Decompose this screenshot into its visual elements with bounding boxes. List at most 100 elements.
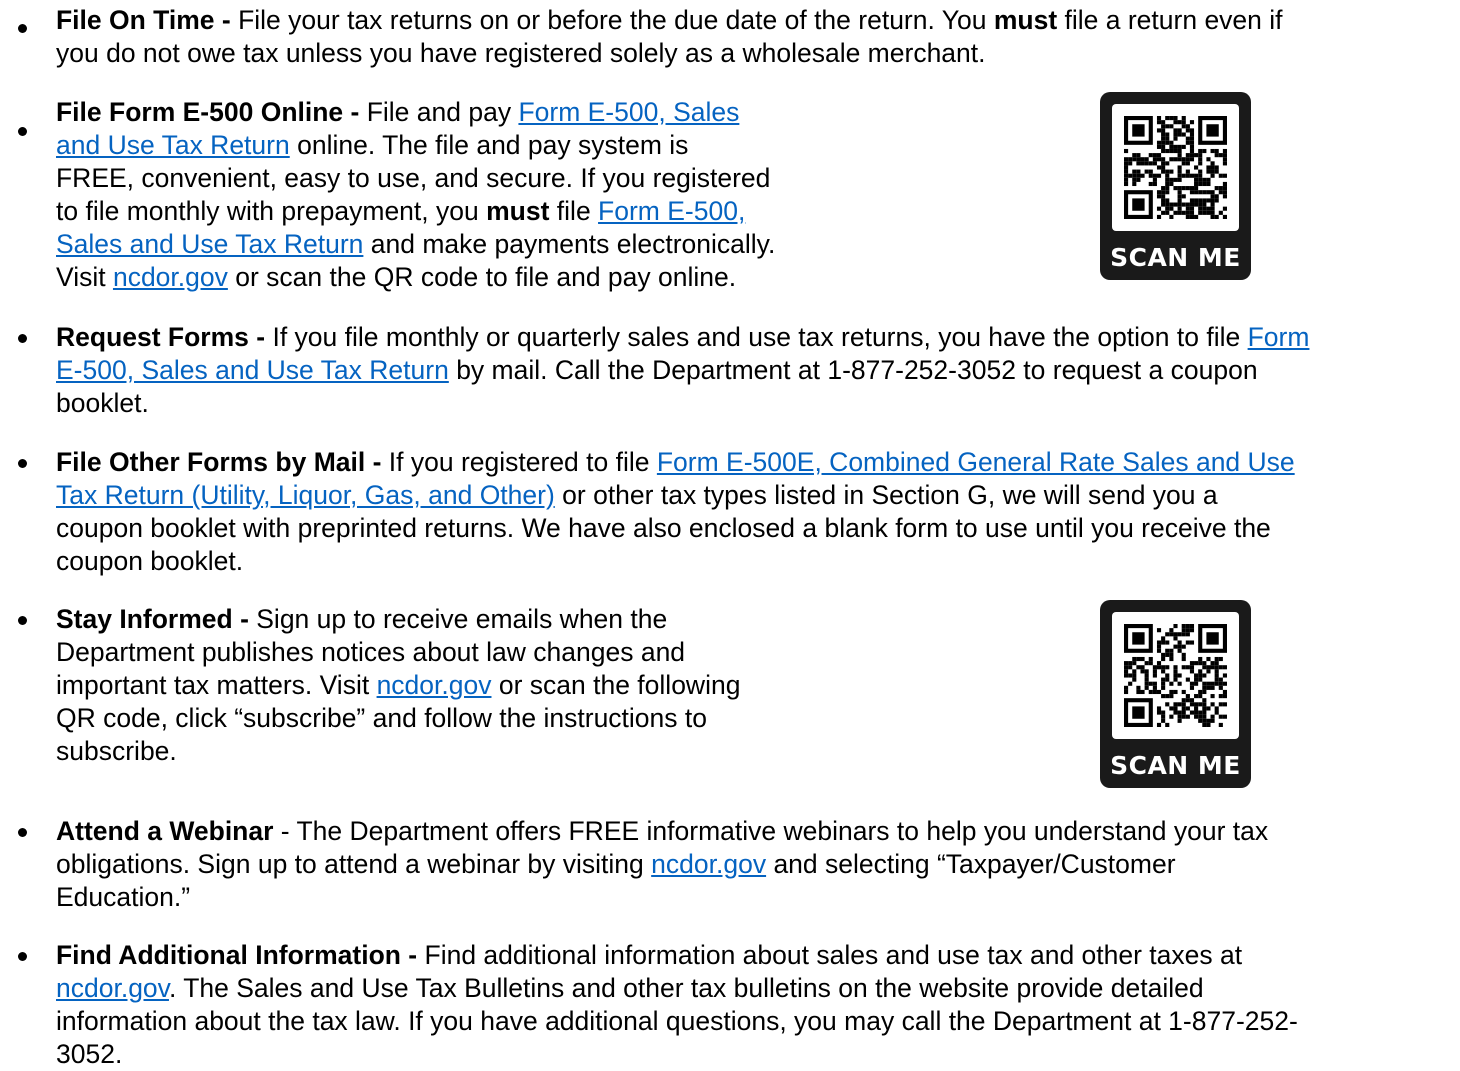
item-heading: Stay Informed - <box>56 604 249 634</box>
text-line: Request Forms - If you file monthly or q… <box>56 321 1309 354</box>
text-line: important tax matters. Visit ncdor.gov o… <box>56 669 740 702</box>
link[interactable]: Form <box>1248 322 1310 352</box>
text-line: coupon booklet. <box>56 545 1295 578</box>
item-heading: File Form E-500 Online - <box>56 97 360 127</box>
qr-code-subscribe[interactable]: SCAN ME <box>1100 600 1251 788</box>
item-stay-informed: Stay Informed - Sign up to receive email… <box>56 603 740 768</box>
body-text: FREE, convenient, easy to use, and secur… <box>56 163 771 193</box>
body-text: Find additional information about sales … <box>417 940 1243 970</box>
text-line: Find Additional Information - Find addit… <box>56 939 1298 972</box>
bullet <box>18 127 27 136</box>
text-line: Visit ncdor.gov or scan the QR code to f… <box>56 261 775 294</box>
bullet <box>18 334 27 343</box>
body-text: or scan the QR code to file and pay onli… <box>227 262 737 292</box>
text-line: coupon booklet with preprinted returns. … <box>56 512 1295 545</box>
text-line: Attend a Webinar - The Department offers… <box>56 815 1268 848</box>
qr-code-icon <box>1112 612 1239 739</box>
text-line: File On Time - File your tax returns on … <box>56 4 1283 37</box>
qr-code-file-online[interactable]: SCAN ME <box>1100 92 1251 280</box>
text-line: Tax Return (Utility, Liquor, Gas, and Ot… <box>56 479 1295 512</box>
text-line: E-500, Sales and Use Tax Return by mail.… <box>56 354 1309 387</box>
item-heading: File Other Forms by Mail - <box>56 447 382 477</box>
bullet <box>18 828 27 837</box>
link[interactable]: and Use Tax Return <box>56 130 290 160</box>
item-heading: File On Time - <box>56 5 231 35</box>
body-text: and selecting “Taxpayer/Customer <box>766 849 1176 879</box>
bullet <box>18 616 27 625</box>
bullet <box>18 24 27 33</box>
body-text: and make payments electronically. <box>363 229 776 259</box>
item-file-on-time: File On Time - File your tax returns on … <box>56 4 1283 70</box>
text-line: ncdor.gov. The Sales and Use Tax Bulleti… <box>56 972 1298 1005</box>
text-line: Stay Informed - Sign up to receive email… <box>56 603 740 636</box>
body-text: or other tax types listed in Section G, … <box>554 480 1218 510</box>
link[interactable]: ncdor.gov <box>377 670 492 700</box>
text-line: 3052. <box>56 1038 1298 1071</box>
body-text: . The Sales and Use Tax Bulletins and ot… <box>168 973 1204 1003</box>
bullet <box>18 952 27 961</box>
body-text: Department publishes notices about law c… <box>56 637 686 667</box>
text-line: File Other Forms by Mail - If you regist… <box>56 446 1295 479</box>
item-heading: Find Additional Information - <box>56 940 418 970</box>
body-text: by mail. Call the Department at 1-877-25… <box>448 355 1258 385</box>
text-line: booklet. <box>56 387 1309 420</box>
body-text: file <box>549 196 599 226</box>
text-line: QR code, click “subscribe” and follow th… <box>56 702 740 735</box>
link[interactable]: ncdor.gov <box>113 262 228 292</box>
link[interactable]: Form E-500, <box>598 196 745 226</box>
body-text: information about the tax law. If you ha… <box>56 1006 1298 1036</box>
bullet <box>18 459 27 468</box>
text-line: information about the tax law. If you ha… <box>56 1005 1298 1038</box>
text-line: you do not owe tax unless you have regis… <box>56 37 1283 70</box>
body-text: File your tax returns on or before the d… <box>230 5 994 35</box>
body-text: coupon booklet. <box>56 546 244 576</box>
item-heading: Attend a Webinar <box>56 816 274 846</box>
link[interactable]: ncdor.gov <box>651 849 766 879</box>
link[interactable]: Form E-500E, Combined General Rate Sales… <box>657 447 1295 477</box>
body-text: coupon booklet with preprinted returns. … <box>56 513 1271 543</box>
body-text: obligations. Sign up to attend a webinar… <box>56 849 652 879</box>
emphasis-text: must <box>993 5 1058 35</box>
body-text: important tax matters. Visit <box>56 670 377 700</box>
item-file-online: File Form E-500 Online - File and pay Fo… <box>56 96 775 294</box>
scan-me-label: SCAN ME <box>1110 751 1241 780</box>
link[interactable]: E-500, Sales and Use Tax Return <box>56 355 449 385</box>
link[interactable]: ncdor.gov <box>56 973 169 1003</box>
text-line: subscribe. <box>56 735 740 768</box>
body-text: Sign up to receive emails when the <box>248 604 668 634</box>
link[interactable]: Sales and Use Tax Return <box>56 229 363 259</box>
body-text: If you registered to file <box>381 447 657 477</box>
body-text: File and pay <box>359 97 519 127</box>
body-text: file a return even if <box>1057 5 1283 35</box>
text-line: Department publishes notices about law c… <box>56 636 740 669</box>
body-text: Visit <box>56 262 113 292</box>
item-additional-info: Find Additional Information - Find addit… <box>56 939 1298 1071</box>
body-text: online. The file and pay system is <box>289 130 689 160</box>
text-line: and Use Tax Return online. The file and … <box>56 129 775 162</box>
body-text: you do not owe tax unless you have regis… <box>56 38 986 68</box>
body-text: QR code, click “subscribe” and follow th… <box>56 703 707 733</box>
text-line: to file monthly with prepayment, you mus… <box>56 195 775 228</box>
link[interactable]: Tax Return (Utility, Liquor, Gas, and Ot… <box>56 480 555 510</box>
body-text: If you file monthly or quarterly sales a… <box>265 322 1248 352</box>
text-line: Education.” <box>56 881 1268 914</box>
text-line: obligations. Sign up to attend a webinar… <box>56 848 1268 881</box>
body-text: Education.” <box>56 882 191 912</box>
item-request-forms: Request Forms - If you file monthly or q… <box>56 321 1309 420</box>
text-line: FREE, convenient, easy to use, and secur… <box>56 162 775 195</box>
scan-me-label: SCAN ME <box>1110 243 1241 272</box>
text-line: Sales and Use Tax Return and make paymen… <box>56 228 775 261</box>
body-text: or scan the following <box>491 670 741 700</box>
text-line: File Form E-500 Online - File and pay Fo… <box>56 96 775 129</box>
emphasis-text: must <box>486 196 550 226</box>
qr-code-icon <box>1112 104 1239 231</box>
item-heading: Request Forms - <box>56 322 266 352</box>
body-text: booklet. <box>56 388 149 418</box>
link[interactable]: Form E-500, Sales <box>518 97 739 127</box>
body-text: 3052. <box>56 1039 123 1069</box>
body-text: to file monthly with prepayment, you <box>56 196 487 226</box>
body-text: subscribe. <box>56 736 177 766</box>
item-attend-webinar: Attend a Webinar - The Department offers… <box>56 815 1268 914</box>
body-text: - The Department offers FREE informative… <box>273 816 1269 846</box>
item-file-other-forms: File Other Forms by Mail - If you regist… <box>56 446 1295 578</box>
